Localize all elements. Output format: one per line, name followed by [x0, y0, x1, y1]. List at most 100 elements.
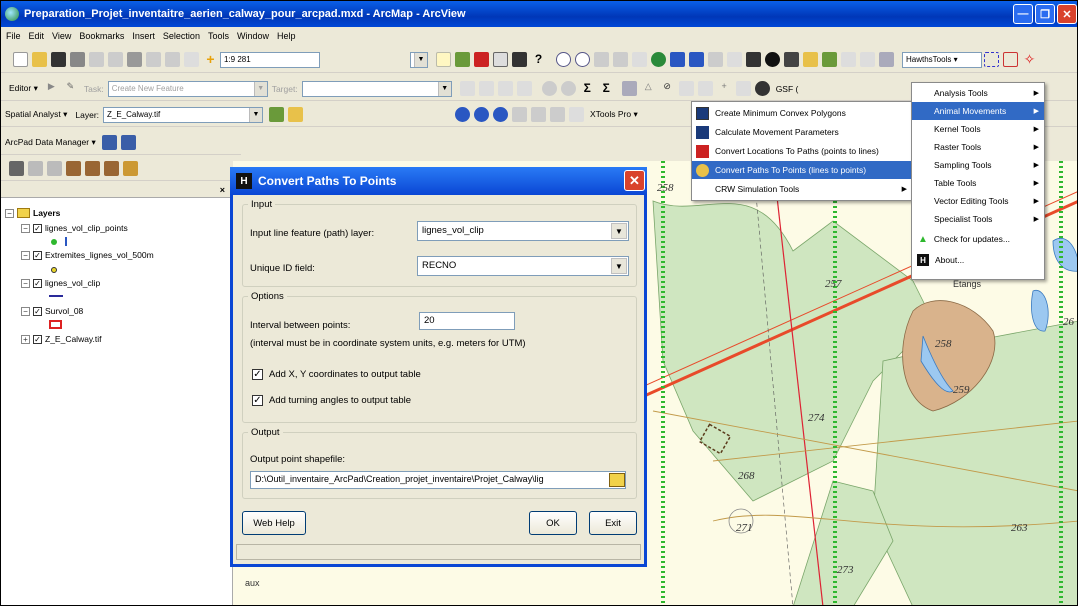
map-icon[interactable]: [550, 107, 566, 122]
menu-edit[interactable]: Edit: [28, 30, 46, 42]
spatial-analyst-menu[interactable]: Spatial Analyst ▾: [5, 109, 67, 120]
split-tool-icon[interactable]: [459, 81, 475, 96]
dialog-close-button[interactable]: ✕: [624, 170, 645, 191]
sum-icon[interactable]: Σ: [580, 81, 595, 96]
identify-icon[interactable]: [765, 52, 780, 67]
globe-icon[interactable]: [455, 107, 471, 122]
no-entry-icon[interactable]: ⊘: [660, 81, 675, 96]
tool-a-icon[interactable]: [9, 161, 24, 176]
xtools-menu[interactable]: XTools Pro ▾: [590, 109, 638, 120]
select-features-icon[interactable]: [708, 52, 723, 67]
tool-g-icon[interactable]: [123, 161, 138, 176]
menu-insert[interactable]: Insert: [131, 30, 156, 42]
target-combo[interactable]: ▼: [301, 80, 452, 97]
menu-item-paths-to-points[interactable]: Convert Paths To Points (lines to points…: [692, 161, 912, 179]
menu-selection[interactable]: Selection: [162, 30, 201, 42]
a-tool-icon[interactable]: [621, 81, 637, 96]
tool-e-icon[interactable]: [85, 161, 100, 176]
menu-bookmarks[interactable]: Bookmarks: [78, 30, 125, 42]
rotate-tool-icon[interactable]: [478, 81, 494, 96]
interval-input[interactable]: 20: [419, 312, 515, 330]
new-document-icon[interactable]: [13, 52, 28, 67]
cut-icon[interactable]: [89, 52, 104, 67]
save-icon[interactable]: [51, 52, 66, 67]
redo-icon[interactable]: [184, 52, 199, 67]
output-path-input[interactable]: D:\Outil_inventaire_ArcPad\Creation_proj…: [250, 471, 626, 489]
clear-selection-icon[interactable]: [727, 52, 742, 67]
contour-icon[interactable]: [269, 107, 285, 122]
zoom-in-icon[interactable]: [556, 52, 571, 67]
time-slider-icon[interactable]: [879, 52, 894, 67]
menu-item-sampling-tools[interactable]: Sampling Tools ▶: [912, 156, 1044, 174]
hawths-tools-button[interactable]: HawthsTools ▾: [902, 51, 982, 68]
browse-folder-icon[interactable]: [609, 473, 625, 487]
collapse-icon[interactable]: −: [5, 208, 14, 218]
menu-item-raster-tools[interactable]: Raster Tools ▶: [912, 138, 1044, 156]
collapse-icon[interactable]: −: [21, 250, 30, 260]
fixed-zoom-out-icon[interactable]: [613, 52, 628, 67]
ok-button[interactable]: OK: [529, 511, 577, 535]
html-popup-icon[interactable]: [860, 52, 875, 67]
add-xy-checkbox[interactable]: ✓ Add X, Y coordinates to output table: [252, 369, 421, 380]
go-to-xy-icon[interactable]: [803, 52, 818, 67]
menu-file[interactable]: File: [5, 30, 22, 42]
minimize-button[interactable]: —: [1013, 4, 1033, 24]
get-data-icon[interactable]: [101, 135, 117, 150]
fixed-zoom-in-icon[interactable]: [594, 52, 609, 67]
close-button[interactable]: ✕: [1057, 4, 1077, 24]
menu-item-vector-editing[interactable]: Vector Editing Tools ▶: [912, 192, 1044, 210]
menu-window[interactable]: Window: [236, 30, 270, 42]
link-icon[interactable]: [569, 107, 585, 122]
layer-visibility-checkbox[interactable]: ✓: [33, 306, 42, 316]
unique-id-select[interactable]: RECNO ▼: [417, 256, 629, 276]
arccatalog-icon[interactable]: [455, 52, 470, 67]
menu-view[interactable]: View: [51, 30, 72, 42]
select-elements-icon[interactable]: [746, 52, 761, 67]
collapse-icon[interactable]: −: [21, 306, 30, 316]
delete-icon[interactable]: [146, 52, 161, 67]
arctoolbox-icon[interactable]: [474, 52, 489, 67]
b-tool-icon[interactable]: [560, 81, 576, 96]
menu-item-analysis-tools[interactable]: Analysis Tools ▶: [912, 84, 1044, 102]
print-icon[interactable]: [70, 52, 85, 67]
expand-icon[interactable]: +: [21, 334, 30, 344]
edit-tool-icon[interactable]: ▶: [44, 81, 59, 96]
collapse-icon[interactable]: −: [21, 278, 30, 288]
paste-icon[interactable]: [127, 52, 142, 67]
check-in-icon[interactable]: [120, 135, 136, 150]
arcpad-data-manager-menu[interactable]: ArcPad Data Manager ▾: [5, 137, 96, 148]
menu-item-crw-simulation[interactable]: CRW Simulation Tools ▶: [692, 180, 912, 198]
zoom-selected-icon[interactable]: [1003, 52, 1018, 67]
input-layer-select[interactable]: lignes_vol_clip ▼: [417, 221, 629, 241]
sketch-properties-icon[interactable]: [516, 81, 532, 96]
cross-icon[interactable]: +: [717, 81, 732, 96]
find-binoculars-icon[interactable]: [784, 52, 799, 67]
web-help-button[interactable]: Web Help: [242, 511, 306, 535]
pan-hand-icon[interactable]: [632, 52, 647, 67]
back-extent-icon[interactable]: [670, 52, 685, 67]
select-by-rectangle-icon[interactable]: [984, 52, 999, 67]
full-extent-icon[interactable]: [651, 52, 666, 67]
grid-icon[interactable]: [697, 81, 713, 96]
attributes-icon[interactable]: [497, 81, 513, 96]
p-tool-icon[interactable]: [541, 81, 557, 96]
triangle-icon[interactable]: △: [641, 81, 656, 96]
tool-f-icon[interactable]: [104, 161, 119, 176]
hyperlink-icon[interactable]: [841, 52, 856, 67]
menu-item-specialist-tools[interactable]: Specialist Tools ▶: [912, 210, 1044, 228]
menu-item-check-updates[interactable]: ▲ Check for updates...: [912, 230, 1044, 248]
menu-item-create-mcp[interactable]: Create Minimum Convex Polygons: [692, 104, 912, 122]
menu-item-table-tools[interactable]: Table Tools ▶: [912, 174, 1044, 192]
copy-icon[interactable]: [108, 52, 123, 67]
layer-visibility-checkbox[interactable]: ✓: [33, 334, 42, 344]
menu-item-kernel-tools[interactable]: Kernel Tools ▶: [912, 120, 1044, 138]
layer-combo[interactable]: Z_E_Calway.tif ▼: [103, 106, 264, 123]
globe-3-icon[interactable]: [493, 107, 509, 122]
zoom-out-icon[interactable]: [575, 52, 590, 67]
editor-menu[interactable]: Editor ▾: [9, 83, 38, 94]
layer-visibility-checkbox[interactable]: ✓: [33, 250, 42, 260]
editor-toolbar-icon[interactable]: [436, 52, 451, 67]
restore-button[interactable]: ❐: [1035, 4, 1055, 24]
collapse-icon[interactable]: −: [21, 223, 30, 233]
layer-visibility-checkbox[interactable]: ✓: [33, 223, 42, 233]
